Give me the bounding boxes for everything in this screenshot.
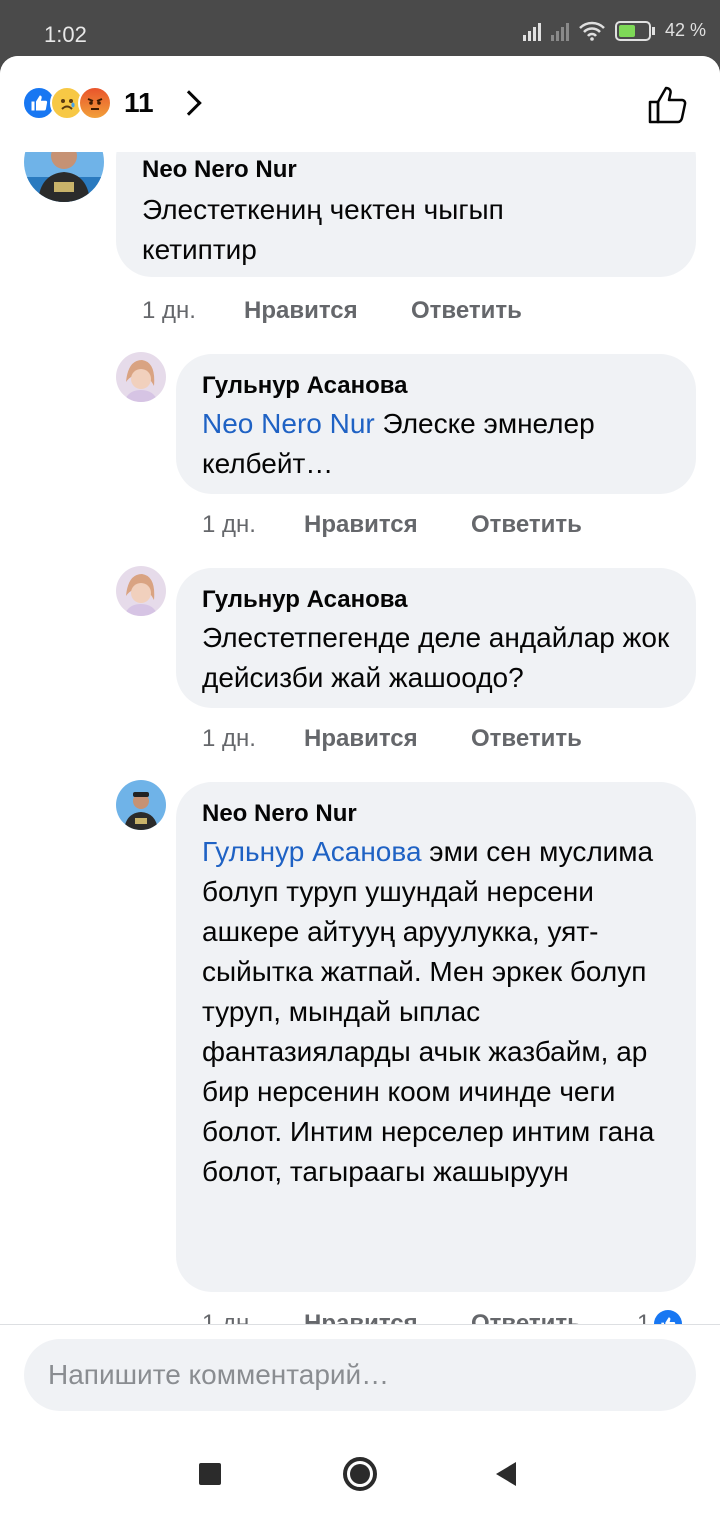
comment-actions: 1 дн. Нравится Ответить 1	[202, 1310, 683, 1324]
comment-time[interactable]: 1 дн.	[202, 725, 304, 753]
comment-actions: 1 дн. Нравится Ответить	[142, 297, 522, 325]
angry-icon	[78, 86, 112, 120]
circle-icon	[343, 1457, 377, 1491]
battery-icon	[614, 20, 655, 41]
reply-button[interactable]: Ответить	[411, 297, 522, 325]
chevron-right-icon[interactable]	[175, 90, 202, 116]
like-button[interactable]: Нравится	[304, 511, 471, 539]
comment-input[interactable]	[24, 1339, 696, 1411]
avatar[interactable]	[116, 566, 166, 616]
reply-button[interactable]: Ответить	[471, 511, 582, 539]
avatar[interactable]	[116, 780, 166, 830]
comment-author[interactable]: Neo Nero Nur	[142, 156, 297, 184]
comment-actions: 1 дн. Нравится Ответить	[202, 725, 582, 753]
like-button[interactable]: Нравится	[304, 725, 471, 753]
status-bar: 1:02 42 %	[0, 0, 720, 56]
comment-author[interactable]: Neo Nero Nur	[202, 800, 357, 828]
battery-percent: 42 %	[664, 20, 706, 40]
reply-button[interactable]: Ответить	[471, 1310, 637, 1324]
comment-bubble: Гульнур Асанова Neo Nero Nur Элеске эмне…	[176, 354, 696, 494]
home-button[interactable]	[340, 1454, 380, 1494]
like-button[interactable]: Нравится	[244, 297, 411, 325]
status-time: 1:02	[44, 22, 87, 47]
reactions-summary[interactable]: 11	[22, 86, 202, 120]
mention-link[interactable]: Neo Nero Nur	[202, 408, 375, 439]
sheet-header: 11	[0, 56, 720, 152]
comment-text: Гульнур Асанова эми сен муслима болуп ту…	[202, 832, 672, 1192]
square-icon	[199, 1463, 221, 1485]
like-button[interactable]: Нравится	[304, 1310, 471, 1324]
comment-bubble: Neo Nero Nur Элестеткениң чектен чыгып к…	[116, 152, 696, 277]
like-thumb-icon[interactable]	[646, 82, 690, 126]
comment-author[interactable]: Гульнур Асанова	[202, 586, 408, 614]
reaction-count: 11	[124, 87, 154, 118]
comment-item: Neo Nero Nur Элестеткениң чектен чыгып к…	[0, 152, 720, 342]
comment-body: эми сен муслима болуп туруп ушундай нерс…	[202, 836, 655, 1187]
comment-author[interactable]: Гульнур Асанова	[202, 372, 408, 400]
like-count: 1	[637, 1310, 651, 1324]
mention-link[interactable]: Гульнур Асанова	[202, 836, 422, 867]
reply-item: Neo Nero Nur Гульнур Асанова эми сен мус…	[0, 780, 720, 1324]
comment-bubble: Гульнур Асанова Элестетпегенде деле анда…	[176, 568, 696, 708]
comment-actions: 1 дн. Нравится Ответить	[202, 511, 582, 539]
status-icons: 42 %	[522, 20, 706, 41]
comment-text: Элестеткениң чектен чыгып кетиптир	[142, 194, 504, 265]
comment-time[interactable]: 1 дн.	[142, 297, 244, 325]
avatar[interactable]	[24, 152, 104, 202]
system-nav-bar	[0, 1424, 720, 1520]
comment-bubble: Neo Nero Nur Гульнур Асанова эми сен мус…	[176, 782, 696, 1292]
comment-text: Neo Nero Nur Элеске эмнелер келбейт…	[202, 404, 672, 484]
reply-item: Гульнур Асанова Элестетпегенде деле анда…	[0, 566, 720, 766]
like-count-icon	[654, 1310, 683, 1324]
comment-time[interactable]: 1 дн.	[202, 511, 304, 539]
cell-signal-2-icon	[550, 21, 569, 41]
comments-sheet: 11 Neo Nero Nur Элестеткениң чектен чыгы…	[0, 56, 720, 1520]
avatar[interactable]	[116, 352, 166, 402]
comment-text: Элестетпегенде деле андайлар жок дейсизб…	[202, 622, 670, 693]
triangle-back-icon	[496, 1462, 516, 1486]
comment-list: Neo Nero Nur Элестеткениң чектен чыгып к…	[0, 152, 720, 1324]
comment-composer	[0, 1324, 720, 1424]
recents-button[interactable]	[190, 1454, 230, 1494]
back-button[interactable]	[486, 1454, 526, 1494]
cell-signal-icon	[522, 21, 541, 41]
reply-item: Гульнур Асанова Neo Nero Nur Элеске эмне…	[0, 352, 720, 552]
comment-time[interactable]: 1 дн.	[202, 1310, 304, 1324]
wifi-icon	[579, 21, 605, 41]
reply-button[interactable]: Ответить	[471, 725, 582, 753]
